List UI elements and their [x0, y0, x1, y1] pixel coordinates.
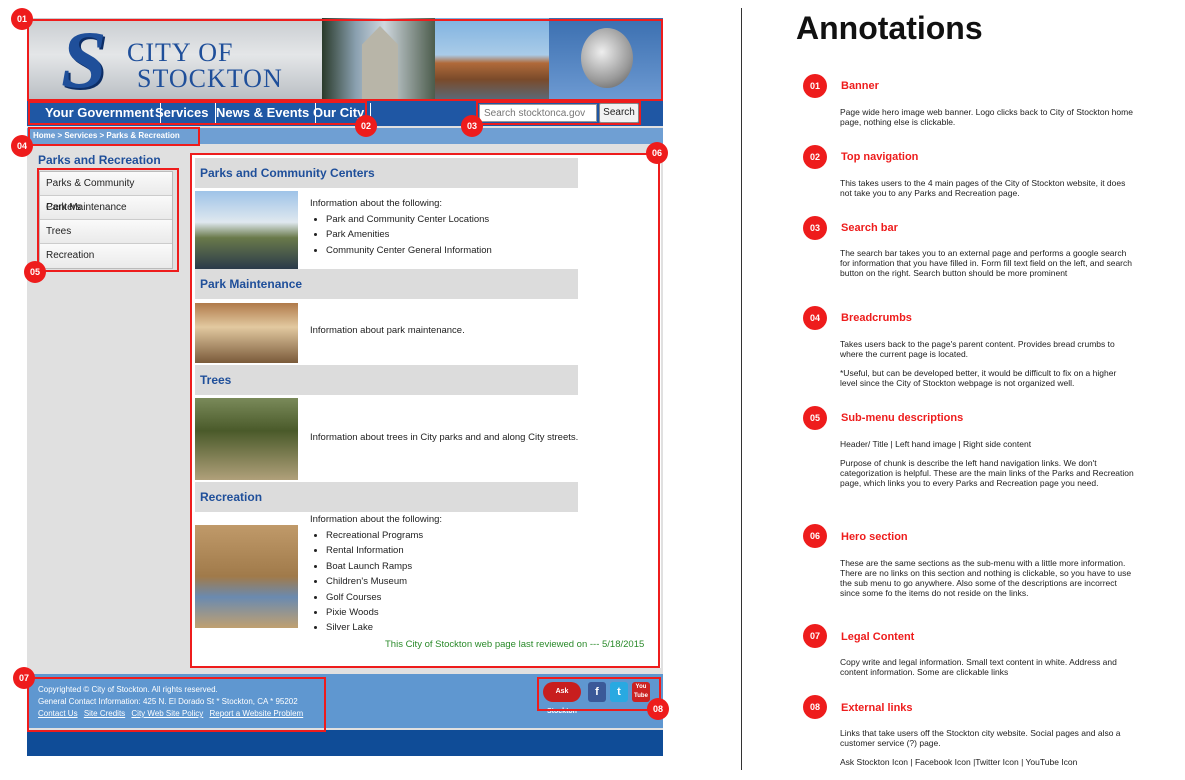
sidebar-title: Parks and Recreation [38, 153, 161, 167]
annotation-heading: Top navigation [841, 151, 919, 163]
panel-divider [741, 8, 742, 770]
annotation-description: This takes users to the 4 main pages of … [840, 178, 1136, 207]
annotation-number: 07 [803, 624, 827, 648]
annotation-text: Purpose of chunk is describe the left ha… [840, 458, 1134, 488]
marker-04: 04 [11, 135, 33, 157]
annotation-description: Page wide hero image web banner. Logo cl… [840, 107, 1136, 136]
annotation-heading: External links [841, 702, 913, 714]
annotation-number: 02 [803, 145, 827, 169]
annotation-heading: Hero section [841, 531, 908, 543]
annotation-heading: Legal Content [841, 631, 915, 643]
annotation-number: 01 [803, 74, 827, 98]
annotation-heading: Banner [841, 80, 879, 92]
annotation-box-legal [27, 677, 326, 732]
annotation-description: These are the same sections as the sub-m… [840, 558, 1136, 607]
annotation-description: Takes users back to the page's parent co… [840, 339, 1136, 397]
annotation-description: Copy write and legal information. Small … [840, 657, 1136, 686]
marker-08: 08 [647, 698, 669, 720]
marker-06: 06 [646, 142, 668, 164]
annotation-description: Links that take users off the Stockton c… [840, 728, 1136, 776]
annotation-text: Header/ Title | Left hand image | Right … [840, 439, 1032, 449]
annotation-box-top-nav [28, 101, 367, 125]
annotation-box-external [537, 677, 661, 711]
annotation-number: 08 [803, 695, 827, 719]
footer-bottom-bar [27, 730, 663, 756]
annotation-description: The search bar takes you to an external … [840, 248, 1136, 287]
annotation-text: *Useful, but can be developed better, it… [840, 368, 1117, 388]
marker-02: 02 [355, 115, 377, 137]
annotation-box-submenu [37, 168, 179, 272]
annotation-text: The search bar takes you to an external … [840, 248, 1132, 278]
annotation-text: Copy write and legal information. Small … [840, 657, 1117, 677]
annotation-description: Header/ Title | Left hand image | Right … [840, 439, 1136, 497]
annotation-text: Page wide hero image web banner. Logo cl… [840, 107, 1133, 127]
annotation-text: This takes users to the 4 main pages of … [840, 178, 1126, 198]
annotation-number: 05 [803, 406, 827, 430]
annotation-text: Links that take users off the Stockton c… [840, 728, 1121, 748]
annotation-box-search [476, 101, 641, 125]
annotation-heading: Breadcrumbs [841, 312, 912, 324]
annotations-title: Annotations [796, 10, 983, 46]
annotation-text: These are the same sections as the sub-m… [840, 558, 1132, 598]
annotation-text: Takes users back to the page's parent co… [840, 339, 1115, 359]
annotation-box-banner [27, 19, 663, 101]
annotation-number: 06 [803, 524, 827, 548]
annotation-box-breadcrumbs [28, 127, 200, 146]
annotation-number: 03 [803, 216, 827, 240]
marker-05: 05 [24, 261, 46, 283]
marker-07: 07 [13, 667, 35, 689]
marker-01: 01 [11, 8, 33, 30]
annotation-heading: Search bar [841, 222, 898, 234]
annotation-box-hero [190, 153, 660, 668]
marker-03: 03 [461, 115, 483, 137]
annotation-number: 04 [803, 306, 827, 330]
annotation-heading: Sub-menu descriptions [841, 412, 964, 424]
annotation-text: Ask Stockton Icon | Facebook Icon |Twitt… [840, 757, 1078, 767]
